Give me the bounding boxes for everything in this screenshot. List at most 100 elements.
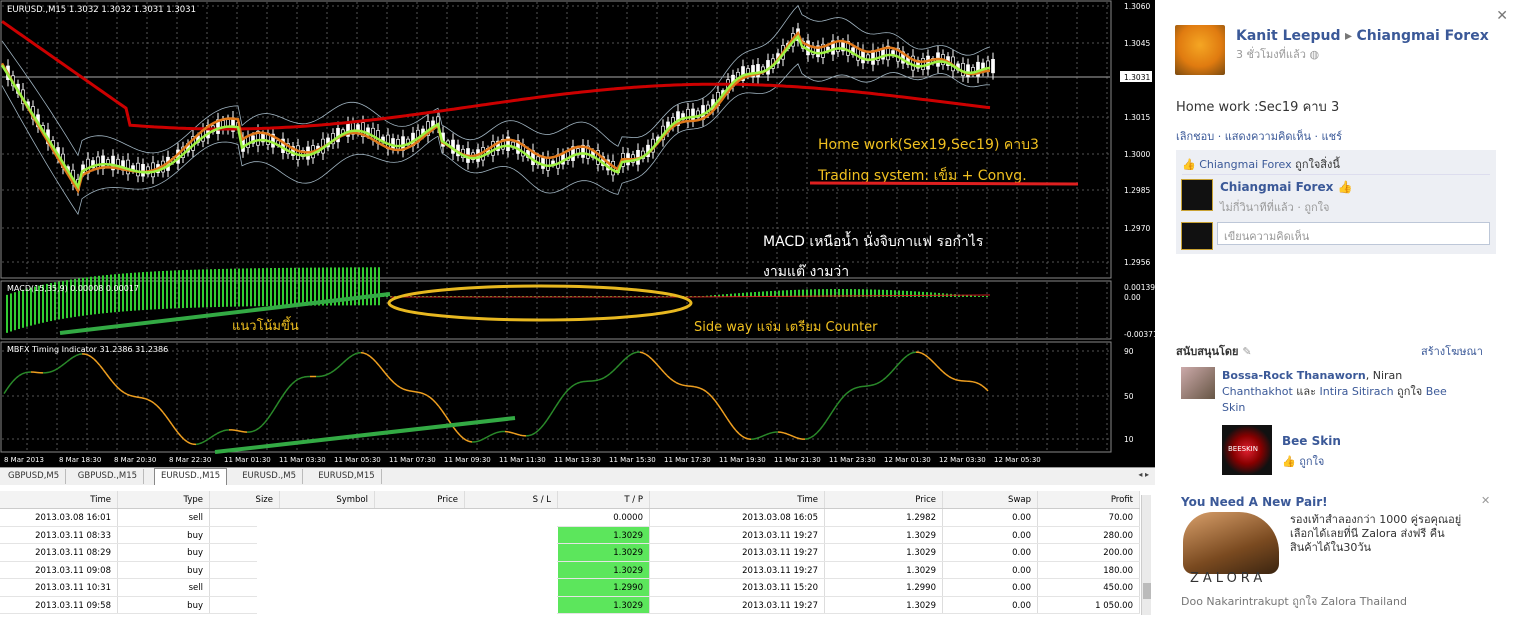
chart-tab[interactable]: GBPUSD.,M15 [72, 469, 145, 484]
ad2-close-icon[interactable]: ✕ [1481, 494, 1490, 507]
candle-body [396, 138, 400, 150]
macd-bar [934, 292, 936, 297]
macd-bar [262, 268, 264, 307]
mbfx-line [798, 437, 803, 440]
ad1-avatar[interactable] [1181, 367, 1215, 399]
candle-body [141, 164, 145, 177]
mbfx-line [132, 395, 137, 398]
cell-time: 2013.03.11 08:29 [0, 544, 118, 561]
table-row[interactable]: 2013.03.11 08:33 buy 1.3029 2013.03.11 19:2… [0, 526, 1140, 544]
candle-body [991, 59, 995, 74]
macd-bar [270, 268, 272, 307]
column-header[interactable]: Symbol [280, 491, 375, 508]
chart-tab[interactable]: EURUSD.,M15 [154, 468, 228, 485]
column-header[interactable]: S / L [465, 491, 558, 508]
price-chart[interactable]: 1.3060 1.3045 1.3031 1.3015 1.3000 1.2985 1.29… [0, 0, 1155, 467]
ad2-title[interactable]: You Need A New Pair! [1181, 495, 1328, 509]
column-header[interactable]: Size [210, 491, 280, 508]
post-text: Home work :Sec19 คาบ 3 [1176, 100, 1340, 115]
table-row[interactable]: 2013.03.11 10:31 sell 1.2990 2013.03.11 15:… [0, 579, 1140, 597]
macd-bar [198, 269, 200, 308]
macd-tick: -0.00371 [1124, 330, 1155, 339]
candle-body [861, 50, 865, 64]
macd-bar [186, 269, 188, 308]
post-time[interactable]: 3 ชั่วโมงที่แล้ว ◍ [1236, 45, 1319, 63]
cell-type: buy [118, 596, 210, 613]
mbfx-line [528, 433, 533, 437]
macd-bar [926, 292, 928, 297]
arrow-icon: ▸ [1345, 28, 1353, 44]
comment-avatar[interactable] [1181, 179, 1213, 211]
macd-bar [214, 269, 216, 308]
ad1-title[interactable]: Bee Skin [1282, 434, 1341, 448]
candle-body [126, 159, 130, 175]
time-tick: 11 Mar 03:30 [279, 456, 326, 464]
mbfx-line [237, 430, 242, 433]
cell-tp: 1.2990 [558, 579, 650, 596]
post-actions[interactable]: เลิกชอบ · แสดงความคิดเห็น · แชร์ [1176, 127, 1342, 145]
my-avatar [1181, 222, 1213, 250]
cell-time: 2013.03.11 08:33 [0, 526, 118, 543]
chart-tab[interactable]: GBPUSD,M5 [2, 469, 67, 484]
mbfx-line [129, 394, 134, 397]
author-name[interactable]: Kanit Leepud [1236, 28, 1341, 44]
mbfx-line [48, 370, 53, 374]
candle-body [546, 156, 550, 171]
mbfx-line [696, 386, 701, 389]
macd-bar [906, 290, 908, 297]
mbfx-line [870, 383, 875, 387]
time-tick: 8 Mar 18:30 [59, 456, 101, 464]
chart-tab[interactable]: EURUSD,M15 [312, 469, 382, 484]
price-tick: 1.2970 [1124, 224, 1150, 233]
cell-swap: 0.00 [943, 526, 1038, 543]
column-header[interactable]: Type [118, 491, 210, 508]
column-header[interactable]: T / P [558, 491, 650, 508]
cell-swap: 0.00 [943, 561, 1038, 578]
column-header[interactable]: Time [650, 491, 825, 508]
ad1-image[interactable]: BEESKIN [1222, 425, 1272, 475]
table-row[interactable]: 2013.03.11 09:08 buy 1.3029 2013.03.11 19:2… [0, 561, 1140, 579]
ad2-shoe-image[interactable] [1183, 512, 1279, 574]
time-tick: 11 Mar 17:30 [664, 456, 711, 464]
group-name[interactable]: Chiangmai Forex [1357, 28, 1489, 44]
column-header[interactable]: Time [0, 491, 118, 508]
mbfx-line [507, 431, 512, 434]
chart-tab[interactable]: EURUSD.,M5 [236, 469, 303, 484]
candle-body [691, 108, 695, 122]
macd-bar [378, 267, 380, 306]
comment-input[interactable]: เขียนความคิดเห็น [1217, 222, 1490, 245]
mbfx-line [420, 392, 425, 395]
terminal-scrollbar[interactable] [1141, 495, 1151, 615]
metatrader-window: 1.3060 1.3045 1.3031 1.3015 1.3000 1.2985 1.29… [0, 0, 1155, 618]
price-tick: 1.2956 [1124, 258, 1150, 267]
likes-page[interactable]: Chiangmai Forex [1199, 158, 1291, 171]
cell-cprice: 1.2982 [825, 509, 943, 526]
table-row[interactable]: 2013.03.11 09:58 buy 1.3029 2013.03.11 19:2… [0, 596, 1140, 614]
cell-type: sell [118, 509, 210, 526]
cell-cprice: 1.3029 [825, 544, 943, 561]
author-avatar[interactable] [1175, 25, 1225, 75]
column-header[interactable]: Price [825, 491, 943, 508]
mbfx-line [141, 397, 146, 400]
create-ad-link[interactable]: สร้างโฆษณา [1421, 342, 1483, 360]
table-row[interactable]: 2013.03.11 08:29 buy 1.3029 2013.03.11 19:2… [0, 544, 1140, 562]
mbfx-line [972, 381, 977, 384]
mbfx-line [402, 388, 407, 391]
table-row[interactable]: 2013.03.08 16:01 sell 0.0000 2013.03.08 16:… [0, 509, 1140, 527]
tab-scroll-arrows-icon[interactable]: ◂ ▸ [1138, 470, 1149, 479]
comment-author[interactable]: Chiangmai Forex 👍 [1220, 180, 1352, 194]
cell-ctime: 2013.03.11 19:27 [650, 561, 825, 578]
column-header[interactable]: Price [375, 491, 465, 508]
price-tick: 1.3045 [1124, 39, 1150, 48]
cell-type: buy [118, 544, 210, 561]
cell-cprice: 1.3029 [825, 596, 943, 613]
close-icon[interactable]: ✕ [1496, 8, 1508, 24]
macd-bar [250, 268, 252, 307]
macd-bar [22, 289, 24, 328]
ad1-social: Bossa-Rock Thanaworn, Niran Chanthakhot … [1222, 369, 1447, 414]
macd-bar [142, 272, 144, 311]
cell-time: 2013.03.11 10:31 [0, 579, 118, 596]
ad1-like[interactable]: 👍 ถูกใจ [1282, 452, 1324, 470]
column-header[interactable]: Profit [1038, 491, 1140, 508]
column-header[interactable]: Swap [943, 491, 1038, 508]
